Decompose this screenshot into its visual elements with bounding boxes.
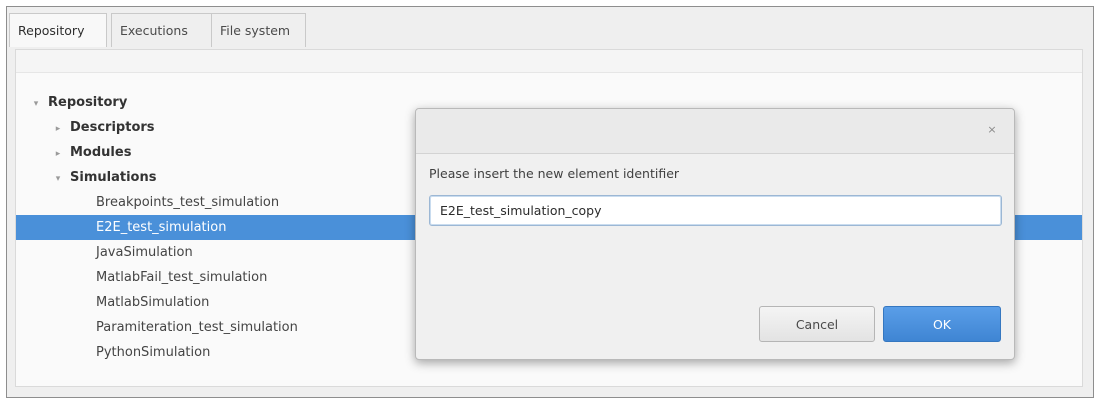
expand-arrow-icon[interactable]: ▸ — [52, 142, 64, 167]
close-icon[interactable]: × — [984, 122, 1000, 138]
expand-arrow-icon[interactable]: ▸ — [52, 117, 64, 142]
tree-node-label: Simulations — [70, 170, 157, 185]
dialog-titlebar: × — [416, 109, 1014, 154]
tab-executions[interactable]: Executions — [111, 13, 211, 47]
dialog-prompt: Please insert the new element identifier — [429, 166, 680, 181]
collapse-arrow-icon[interactable]: ▾ — [30, 92, 42, 117]
cancel-button[interactable]: Cancel — [759, 306, 875, 342]
tab-file-system[interactable]: File system — [211, 13, 306, 47]
ok-button[interactable]: OK — [883, 306, 1001, 342]
tab-repository[interactable]: Repository — [9, 13, 107, 47]
identifier-input[interactable] — [429, 195, 1002, 226]
tab-bar: Repository Executions File system — [7, 7, 1093, 49]
identifier-dialog: × Please insert the new element identifi… — [415, 108, 1015, 360]
panel-header-strip — [16, 50, 1082, 73]
tree-node-label: Descriptors — [70, 120, 155, 135]
collapse-arrow-icon[interactable]: ▾ — [52, 167, 64, 192]
tree-node-label: Modules — [70, 145, 132, 160]
tree-node-label: Repository — [48, 95, 128, 110]
